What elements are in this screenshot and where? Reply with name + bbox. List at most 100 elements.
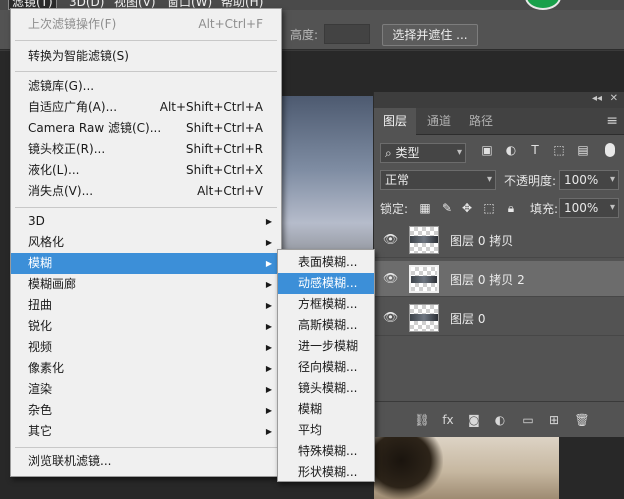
pixel-filter-icon[interactable]: ▣	[480, 143, 494, 157]
submenu-item-smart-blur[interactable]: 特殊模糊...	[278, 441, 374, 462]
submenu-arrow-icon: ▶	[265, 343, 272, 352]
menu-item-filter-gallery[interactable]: 滤镜库(G)...	[11, 76, 281, 97]
visibility-eye-icon[interactable]: 👁︎	[383, 271, 398, 285]
menu-item-blur[interactable]: 模糊 ▶	[11, 253, 281, 274]
link-layers-icon[interactable]: ⛓︎	[414, 412, 430, 428]
menu-item-label: 上次滤镜操作(F)	[28, 17, 117, 31]
add-mask-icon[interactable]: ◙	[466, 412, 482, 428]
menu-item-other[interactable]: 其它 ▶	[11, 421, 281, 442]
chevron-down-icon: ▾	[456, 147, 462, 158]
submenu-arrow-icon: ▶	[265, 322, 272, 331]
menu-item-camera-raw[interactable]: Camera Raw 滤镜(C)... Shift+Ctrl+A	[11, 118, 281, 139]
lock-all-icon[interactable]: 🔒︎	[504, 201, 518, 215]
menu-item-stylize[interactable]: 风格化 ▶	[11, 232, 281, 253]
menu-item-shortcut: Shift+Ctrl+X	[186, 163, 263, 177]
submenu-arrow-icon: ▶	[265, 301, 272, 310]
menu-item-3d[interactable]: 3D ▶	[11, 211, 281, 232]
opacity-value: 100%	[564, 173, 599, 187]
menu-item-render[interactable]: 渲染 ▶	[11, 379, 281, 400]
type-filter-icon[interactable]: T	[528, 143, 542, 157]
menu-item-video[interactable]: 视频 ▶	[11, 337, 281, 358]
submenu-arrow-icon: ▶	[265, 238, 272, 247]
layers-panel: ◂◂ ✕ 图层 通道 路径 ≡ ⌕ 类型 ▾ ▣ ◐ T ⬚ ▤ 正常 ▾ 不透…	[373, 92, 624, 437]
menu-item-label: 模糊	[28, 256, 53, 270]
layer-name: 图层 0 拷贝	[450, 234, 514, 248]
menu-item-last-filter[interactable]: 上次滤镜操作(F) Alt+Ctrl+F	[11, 14, 281, 35]
layer-row[interactable]: 👁︎ 图层 0 拷贝	[374, 222, 624, 258]
filter-toggle[interactable]	[605, 143, 615, 157]
menu-item-label: 浏览联机滤镜...	[28, 454, 112, 468]
menu-item-convert-smart-filter[interactable]: 转换为智能滤镜(S)	[11, 46, 281, 67]
layer-row[interactable]: 👁︎ 图层 0	[374, 300, 624, 336]
menu-item-label: 3D	[28, 214, 45, 228]
select-and-mask-button[interactable]: 选择并遮住 ...	[382, 24, 478, 46]
close-panel-icon[interactable]: ✕	[610, 93, 618, 104]
menu-item-label: 转换为智能滤镜(S)	[28, 49, 129, 63]
fx-icon[interactable]: fx	[440, 412, 456, 428]
filter-kind-value: 类型	[395, 146, 420, 160]
new-group-icon[interactable]: ▭	[520, 412, 536, 428]
menu-item-label: 自适应广角(A)...	[28, 100, 118, 114]
menu-item-label: 镜头校正(R)...	[28, 142, 106, 156]
menu-item-pixelate[interactable]: 像素化 ▶	[11, 358, 281, 379]
menu-item-vanishing-point[interactable]: 消失点(V)... Alt+Ctrl+V	[11, 181, 281, 202]
search-icon: ⌕	[385, 146, 396, 160]
layer-row-selected[interactable]: 👁︎ 图层 0 拷贝 2	[374, 261, 624, 297]
menu-item-liquify[interactable]: 液化(L)... Shift+Ctrl+X	[11, 160, 281, 181]
submenu-item-motion-blur[interactable]: 动感模糊...	[278, 273, 374, 294]
panel-titlebar: ◂◂ ✕	[374, 92, 624, 108]
menu-item-adaptive-wide-angle[interactable]: 自适应广角(A)... Alt+Shift+Ctrl+A	[11, 97, 281, 118]
app-logo	[525, 0, 561, 10]
adjustment-filter-icon[interactable]: ◐	[504, 143, 518, 157]
lock-artboard-icon[interactable]: ⬚	[482, 201, 496, 215]
submenu-arrow-icon: ▶	[265, 259, 272, 268]
menu-item-browse-online[interactable]: 浏览联机滤镜...	[11, 451, 281, 472]
menu-item-lens-correction[interactable]: 镜头校正(R)... Shift+Ctrl+R	[11, 139, 281, 160]
menu-item-noise[interactable]: 杂色 ▶	[11, 400, 281, 421]
menu-item-label: 扭曲	[28, 298, 53, 312]
fill-field[interactable]: 100% ▾	[559, 198, 619, 218]
submenu-item-blur[interactable]: 模糊	[278, 399, 374, 420]
menu-item-shortcut: Shift+Ctrl+R	[185, 142, 263, 156]
menu-item-label: 模糊画廊	[28, 277, 77, 291]
menu-item-label: 杂色	[28, 403, 53, 417]
lock-position-icon[interactable]: ✥	[460, 201, 474, 215]
submenu-item-box-blur[interactable]: 方框模糊...	[278, 294, 374, 315]
height-input[interactable]	[324, 24, 370, 44]
tab-channels[interactable]: 通道	[418, 108, 460, 135]
submenu-item-gaussian-blur[interactable]: 高斯模糊...	[278, 315, 374, 336]
submenu-item-lens-blur[interactable]: 镜头模糊...	[278, 378, 374, 399]
tab-layers[interactable]: 图层	[374, 108, 417, 135]
menu-item-blur-gallery[interactable]: 模糊画廊 ▶	[11, 274, 281, 295]
menu-item-sharpen[interactable]: 锐化 ▶	[11, 316, 281, 337]
filter-kind-select[interactable]: ⌕ 类型 ▾	[380, 143, 466, 163]
new-layer-icon[interactable]: ⊞	[546, 412, 562, 428]
chevron-down-icon: ▾	[609, 174, 615, 185]
menu-separator	[15, 71, 277, 72]
lock-row: 锁定: ▦ ✎ ✥ ⬚ 🔒︎ 填充: 100% ▾	[374, 198, 624, 218]
menu-item-distort[interactable]: 扭曲 ▶	[11, 295, 281, 316]
menu-item-label: 风格化	[28, 235, 65, 249]
delete-layer-icon[interactable]: 🗑︎	[574, 412, 590, 428]
submenu-item-radial-blur[interactable]: 径向模糊...	[278, 357, 374, 378]
tab-paths[interactable]: 路径	[460, 108, 502, 135]
adjustment-layer-icon[interactable]: ◐	[492, 412, 508, 428]
lock-transparency-icon[interactable]: ▦	[418, 201, 432, 215]
visibility-eye-icon[interactable]: 👁︎	[383, 310, 398, 324]
smart-object-filter-icon[interactable]: ▤	[576, 143, 590, 157]
visibility-eye-icon[interactable]: 👁︎	[383, 232, 398, 246]
submenu-item-shape-blur[interactable]: 形状模糊...	[278, 462, 374, 483]
opacity-field[interactable]: 100% ▾	[559, 170, 619, 190]
canvas-tree-silhouette	[373, 435, 443, 499]
menu-item-label: Camera Raw 滤镜(C)...	[28, 121, 162, 135]
collapse-panel-icon[interactable]: ◂◂	[592, 93, 602, 104]
lock-paint-icon[interactable]: ✎	[440, 201, 454, 215]
submenu-item-average[interactable]: 平均	[278, 420, 374, 441]
shape-filter-icon[interactable]: ⬚	[552, 143, 566, 157]
submenu-item-blur-more[interactable]: 进一步模糊	[278, 336, 374, 357]
submenu-arrow-icon: ▶	[265, 364, 272, 373]
submenu-item-surface-blur[interactable]: 表面模糊...	[278, 252, 374, 273]
panel-menu-icon[interactable]: ≡	[606, 113, 618, 129]
blend-mode-select[interactable]: 正常 ▾	[380, 170, 496, 190]
menu-item-shortcut: Alt+Ctrl+V	[197, 184, 263, 198]
